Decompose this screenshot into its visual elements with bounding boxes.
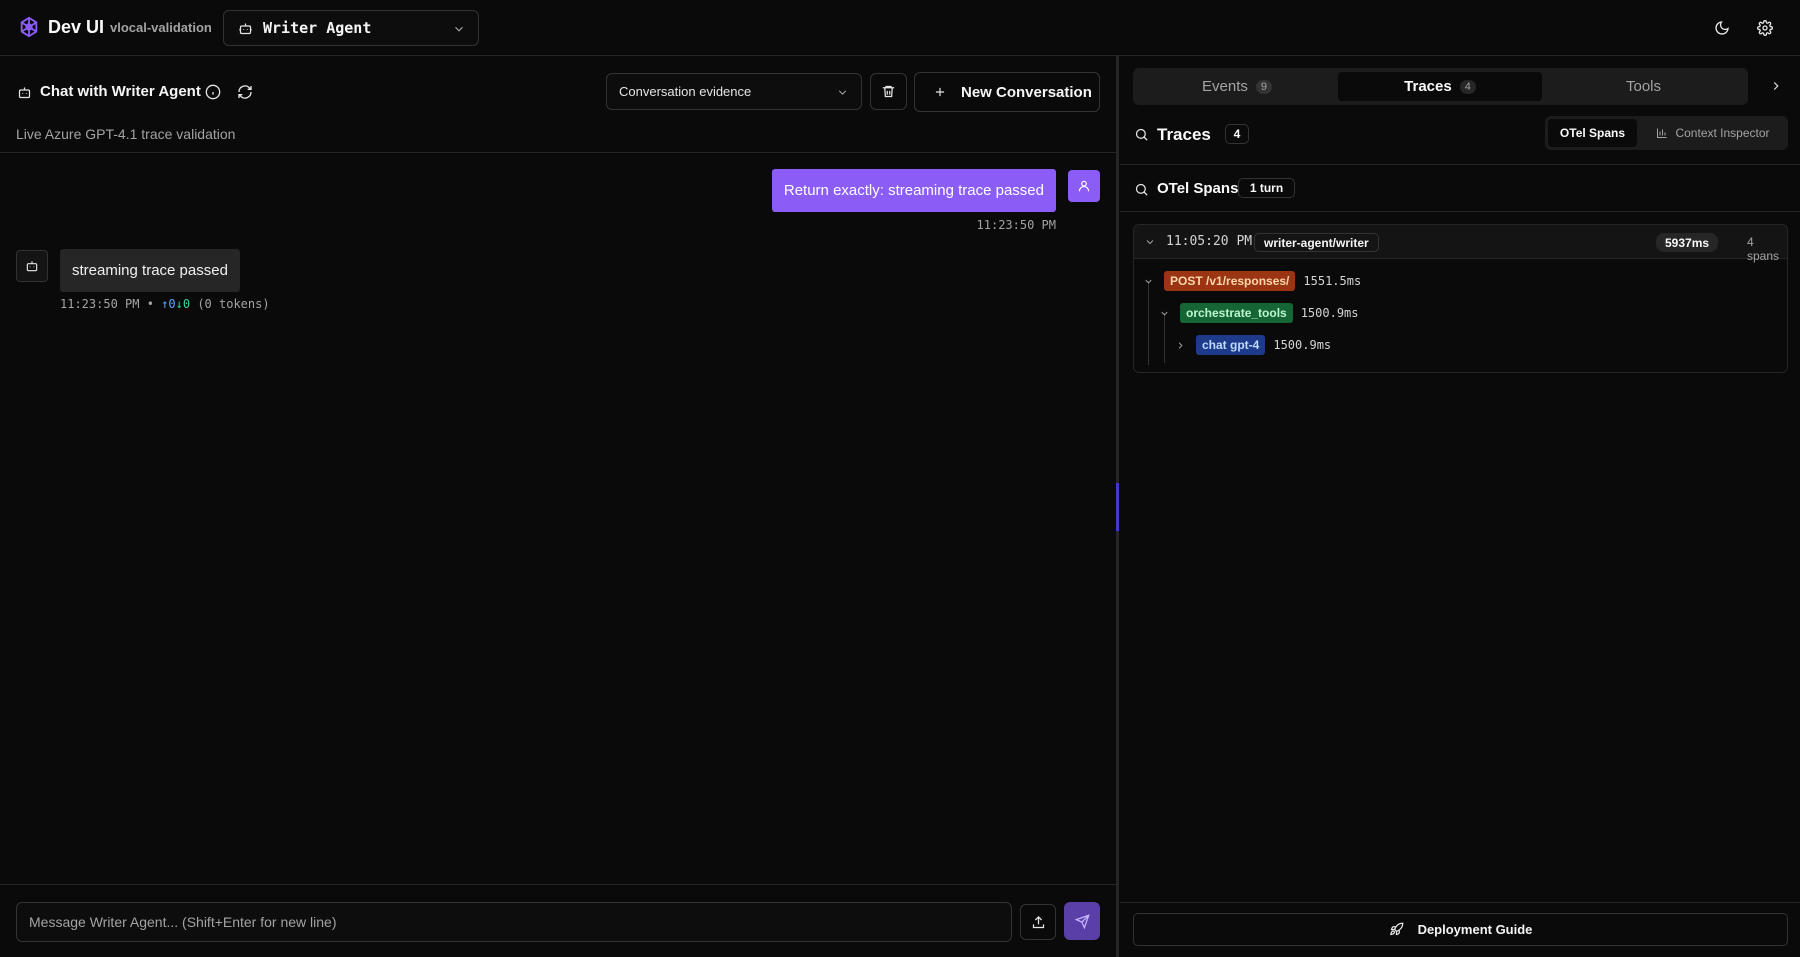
assistant-message-text: streaming trace passed (72, 262, 228, 279)
deployment-guide-button[interactable]: Deployment Guide (1133, 913, 1788, 946)
plus-icon (935, 87, 945, 97)
otel-spans-title: OTel Spans (1157, 180, 1239, 197)
assistant-avatar (16, 250, 48, 282)
divider (0, 152, 1116, 153)
divider (1120, 211, 1800, 212)
workspace-name: vlocal-validation (110, 20, 212, 35)
turn-count-badge: 1 turn (1238, 178, 1295, 198)
user-message-bubble: Return exactly: streaming trace passed (771, 169, 1056, 212)
chevron-right-icon[interactable] (1172, 337, 1188, 353)
new-conversation-button[interactable]: New Conversation (914, 72, 1100, 112)
traces-count-badge: 4 (1225, 124, 1249, 144)
view-context-inspector[interactable]: Context Inspector (1641, 119, 1785, 147)
brand-name: Dev UI (48, 17, 105, 37)
tokens-total: (0 tokens) (197, 297, 270, 311)
chevron-down-icon[interactable] (1143, 235, 1157, 249)
delete-conversation-button[interactable] (870, 73, 907, 110)
rocket-icon (1389, 922, 1403, 936)
view-otel-spans-label: OTel Spans (1559, 126, 1626, 140)
chat-subtitle: Live Azure GPT-4.1 trace validation (16, 126, 236, 142)
chat-panel: Chat with Writer Agent Conversation evid… (0, 56, 1116, 957)
search-icon (1133, 126, 1149, 142)
theme-toggle-button[interactable] (1711, 17, 1733, 39)
trace-duration-badge: 5937ms (1656, 233, 1719, 252)
divider (1120, 164, 1800, 165)
divider (0, 884, 1116, 885)
chevron-down-icon[interactable] (1140, 273, 1156, 289)
traces-title: Traces (1157, 125, 1211, 144)
moon-icon (1715, 21, 1729, 35)
top-bar: Dev UI vlocal-validation Writer Agent (0, 0, 1800, 56)
user-message-time: 11:23:50 PM (976, 218, 1056, 232)
tab-events-count: 9 (1255, 79, 1272, 94)
tab-tools-label: Tools (1625, 78, 1662, 95)
dev-ui-logo-icon (20, 16, 38, 38)
user-icon (1078, 180, 1090, 192)
send-icon (1074, 913, 1090, 929)
search-icon (1133, 181, 1149, 197)
message-input[interactable] (16, 902, 1012, 942)
trace-name-badge: writer-agent/writer (1254, 233, 1379, 252)
chevron-down-icon (838, 90, 847, 95)
tab-tools[interactable]: Tools (1543, 72, 1744, 101)
gear-icon (1757, 20, 1773, 36)
span-duration: 1500.9ms (1273, 338, 1332, 352)
trace-spans-count: 4 spans (1747, 235, 1780, 263)
deployment-guide-label: Deployment Guide (1417, 922, 1533, 937)
tokens-in: ↑0 (161, 297, 176, 311)
debug-panel: Events 9 Traces 4 Tools Traces 4 OTel Sp… (1120, 56, 1800, 957)
tab-traces-count: 4 (1459, 79, 1476, 94)
span-name-tag[interactable]: chat gpt-4 (1196, 335, 1266, 355)
bot-icon (239, 23, 252, 34)
tab-traces[interactable]: Traces 4 (1338, 72, 1542, 101)
settings-button[interactable] (1754, 17, 1776, 39)
upload-button[interactable] (1020, 904, 1056, 940)
tab-events[interactable]: Events 9 (1137, 72, 1337, 101)
chevron-down-icon (455, 26, 463, 32)
chevron-down-icon[interactable] (1156, 305, 1172, 321)
conversation-select[interactable]: Conversation evidence (606, 73, 862, 110)
tree-guide (1148, 281, 1149, 365)
agent-select-label: Writer Agent (263, 19, 372, 37)
assistant-message-time: 11:23:50 PM (60, 297, 140, 311)
user-avatar (1068, 170, 1100, 202)
span-row[interactable]: chat gpt-4 1500.9ms (1172, 335, 1331, 355)
tab-traces-label: Traces (1404, 78, 1452, 95)
meta-separator: • (146, 297, 154, 311)
view-toggle: OTel Spans Context Inspector (1545, 116, 1788, 150)
trash-icon (882, 85, 895, 98)
new-conversation-label: New Conversation (961, 83, 1092, 101)
span-name-tag[interactable]: orchestrate_tools (1180, 303, 1293, 323)
trace-card: 11:05:20 PM writer-agent/writer 5937ms 4… (1133, 224, 1788, 373)
chat-title: Chat with Writer Agent (40, 83, 201, 100)
view-otel-spans[interactable]: OTel Spans (1548, 119, 1637, 147)
tokens-out: ↓0 (175, 297, 191, 311)
chevron-right-icon (1773, 82, 1779, 90)
panel-tabs: Events 9 Traces 4 Tools (1133, 68, 1748, 105)
bot-icon (16, 84, 32, 100)
divider (1120, 902, 1800, 903)
conversation-select-label: Conversation evidence (619, 84, 752, 99)
bot-icon (26, 261, 38, 272)
agent-select[interactable]: Writer Agent (223, 10, 479, 46)
span-row[interactable]: POST /v1/responses/ 1551.5ms (1140, 271, 1361, 291)
tab-events-label: Events (1202, 78, 1248, 95)
assistant-message-meta: 11:23:50 PM • ↑0↓0 (0 tokens) (60, 297, 270, 311)
collapse-panel-button[interactable] (1766, 76, 1786, 96)
assistant-message-bubble: streaming trace passed (60, 249, 240, 292)
view-context-inspector-label: Context Inspector (1675, 126, 1770, 140)
resize-grip[interactable] (1116, 483, 1119, 531)
refresh-icon[interactable] (236, 83, 254, 101)
trace-header[interactable]: 11:05:20 PM writer-agent/writer 5937ms 4… (1134, 225, 1787, 263)
span-duration: 1500.9ms (1300, 306, 1359, 320)
upload-icon (1032, 915, 1044, 928)
bar-chart-icon (1657, 128, 1667, 138)
info-icon[interactable] (204, 83, 222, 101)
span-name-tag[interactable]: POST /v1/responses/ (1164, 271, 1296, 291)
send-button[interactable] (1064, 902, 1100, 940)
span-row[interactable]: orchestrate_tools 1500.9ms (1156, 303, 1359, 323)
user-message-text: Return exactly: streaming trace passed (783, 182, 1044, 199)
trace-time: 11:05:20 PM (1166, 234, 1253, 249)
span-duration: 1551.5ms (1303, 274, 1362, 288)
